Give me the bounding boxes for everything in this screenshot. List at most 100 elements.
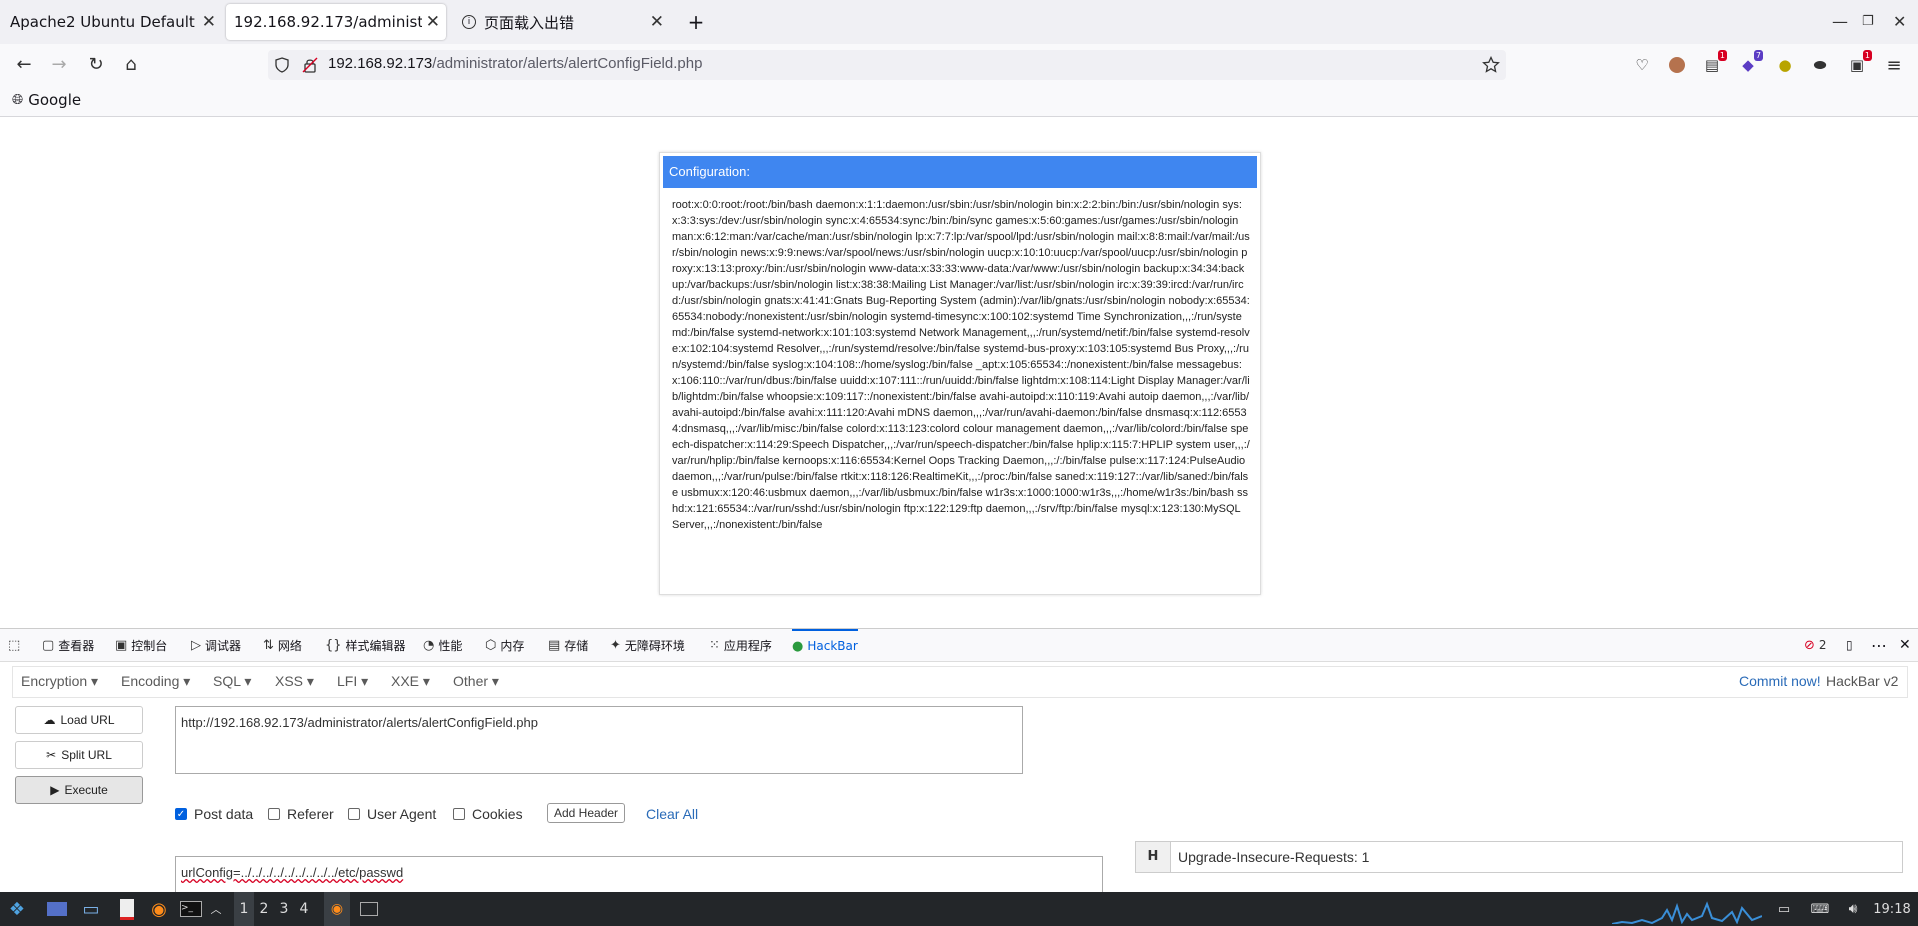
error-count[interactable]: ⊘ 2 <box>1804 629 1827 661</box>
avatar[interactable] <box>1666 54 1688 76</box>
performance-icon: ◔ <box>423 637 435 653</box>
extension-4-icon[interactable]: ⬬ <box>1809 54 1831 76</box>
screen-icon[interactable]: ▭ <box>1774 892 1794 926</box>
cookies-checkbox[interactable]: Cookies <box>453 806 523 822</box>
element-picker-icon[interactable]: ⬚ <box>8 629 24 661</box>
url-host: 192.168.92.173 <box>328 55 433 72</box>
menu-other[interactable]: Other ▾ <box>453 673 499 690</box>
file-manager-icon[interactable]: ▭ <box>78 892 104 926</box>
execute-button[interactable]: ▶ Execute <box>15 776 143 804</box>
tab-application[interactable]: ⁙ 应用程序 <box>709 629 772 661</box>
configuration-panel: Configuration: root:x:0:0:root:/root:/bi… <box>659 152 1261 595</box>
menu-lfi[interactable]: LFI ▾ <box>337 673 368 690</box>
extension-3-icon[interactable]: ● <box>1774 54 1796 76</box>
info-icon: i <box>462 15 476 29</box>
close-icon[interactable]: ✕ <box>650 12 664 32</box>
pocket-icon[interactable]: ♡ <box>1631 54 1653 76</box>
close-window-icon[interactable]: ✕ <box>1893 12 1906 31</box>
volume-icon[interactable]: 🔊︎ <box>1842 892 1864 926</box>
bookmarks-bar: 🌐︎ Google <box>0 84 1918 117</box>
desktop-icon[interactable] <box>44 892 70 926</box>
extension-1-icon[interactable]: ▤ 1 <box>1701 50 1727 76</box>
checkbox[interactable] <box>453 808 465 820</box>
restore-icon[interactable]: ❐ <box>1862 14 1874 29</box>
app-menu-icon[interactable]: ❖ <box>2 892 32 926</box>
firefox-icon[interactable]: ◉ <box>146 892 172 926</box>
tab-accessibility[interactable]: ✦ 无障碍环境 <box>610 629 685 661</box>
insecure-lock-icon[interactable] <box>302 57 318 73</box>
workspace-1[interactable]: 1 <box>234 892 254 926</box>
menu-label: Other <box>453 673 489 689</box>
bookmark-star-icon[interactable] <box>1482 56 1500 74</box>
commit-now-link[interactable]: Commit now! <box>1739 673 1821 689</box>
menu-encoding[interactable]: Encoding ▾ <box>121 673 190 690</box>
checkbox[interactable] <box>268 808 280 820</box>
new-tab-button[interactable]: + <box>684 0 708 44</box>
workspace-2[interactable]: 2 <box>254 892 274 926</box>
tab-console[interactable]: ▣ 控制台 <box>115 629 167 661</box>
shield-icon[interactable] <box>274 57 290 73</box>
menu-encryption[interactable]: Encryption ▾ <box>21 673 98 690</box>
menu-sql[interactable]: SQL ▾ <box>213 673 251 690</box>
firefox-window-icon[interactable]: ◉ <box>324 892 350 926</box>
user-agent-checkbox[interactable]: User Agent <box>348 806 436 822</box>
tab-style-editor[interactable]: {} 样式编辑器 <box>325 629 406 661</box>
style-editor-icon: {} <box>325 637 342 653</box>
terminal-window-icon[interactable] <box>356 892 382 926</box>
extension-5-icon[interactable]: ▣ 1 <box>1846 50 1872 76</box>
tab-title: 192.168.92.173/administrator/alerts/aler… <box>234 13 422 31</box>
minimize-icon[interactable]: — <box>1832 12 1848 31</box>
tab-network[interactable]: ⇅ 网络 <box>263 629 302 661</box>
badge: 1 <box>1862 50 1872 61</box>
reload-icon[interactable]: ↻ <box>84 52 108 76</box>
keyboard-icon[interactable]: ⌨ <box>1808 892 1832 926</box>
more-options-icon[interactable]: ⋯ <box>1871 629 1887 661</box>
url-textarea[interactable]: http://192.168.92.173/administrator/aler… <box>175 706 1023 774</box>
workspace-3[interactable]: 3 <box>274 892 294 926</box>
text-editor-icon[interactable] <box>114 892 140 926</box>
tab-label: 无障碍环境 <box>624 638 685 653</box>
post-data-checkbox[interactable]: ✓ Post data <box>175 806 253 822</box>
button-label: Load URL <box>60 713 115 727</box>
load-url-button[interactable]: ☁ Load URL <box>15 706 143 734</box>
terminal-icon[interactable]: >_ <box>178 892 204 926</box>
tab-hackbar[interactable]: ● HackBar <box>792 629 858 661</box>
back-icon[interactable]: ← <box>12 52 36 76</box>
menu-xss[interactable]: XSS ▾ <box>275 673 314 690</box>
close-icon[interactable]: ✕ <box>426 12 440 32</box>
tab-label: 内存 <box>500 638 525 653</box>
close-icon[interactable]: ✕ <box>202 12 216 32</box>
post-data-textarea[interactable]: urlConfig=../../../../../../../../../etc… <box>175 856 1103 892</box>
menu-xxe[interactable]: XXE ▾ <box>391 673 430 690</box>
tab-label: 网络 <box>277 638 302 653</box>
error-count-label: 2 <box>1818 638 1827 652</box>
tab-performance[interactable]: ◔ 性能 <box>423 629 462 661</box>
tab-memory[interactable]: ⬡ 内存 <box>485 629 524 661</box>
tab-load-error[interactable]: i 页面载入出错 ✕ <box>450 0 670 44</box>
home-icon[interactable]: ⌂ <box>119 52 143 76</box>
tab-storage[interactable]: ▤ 存储 <box>548 629 588 661</box>
referer-checkbox[interactable]: Referer <box>268 806 334 822</box>
tab-inspector[interactable]: ▢ 查看器 <box>42 629 94 661</box>
extension-2-icon[interactable]: ◆ 7 <box>1737 50 1763 76</box>
checkbox-checked[interactable]: ✓ <box>175 808 187 820</box>
menu-icon[interactable]: ≡ <box>1883 54 1905 76</box>
close-devtools-icon[interactable]: ✕ <box>1899 629 1911 661</box>
tab-apache[interactable]: Apache2 Ubuntu Default Page: It works ✕ <box>0 0 222 44</box>
url-text[interactable]: 192.168.92.173/administrator/alerts/aler… <box>328 55 702 72</box>
split-url-button[interactable]: ✂ Split URL <box>15 741 143 769</box>
dock-icon[interactable]: ▯ <box>1846 629 1853 661</box>
header-value-input[interactable]: Upgrade-Insecure-Requests: 1 <box>1178 849 1369 865</box>
bookmark-google[interactable]: 🌐︎ Google <box>12 91 81 109</box>
clear-all-link[interactable]: Clear All <box>646 806 698 822</box>
menu-label: SQL <box>213 673 241 689</box>
tab-debugger[interactable]: ▷ 调试器 <box>191 629 241 661</box>
tab-label: 样式编辑器 <box>345 638 406 653</box>
chevron-up-icon[interactable]: ︿ <box>208 892 224 926</box>
accessibility-icon: ✦ <box>610 637 621 653</box>
tab-alertconfig[interactable]: 192.168.92.173/administrator/alerts/aler… <box>226 4 446 40</box>
workspace-4[interactable]: 4 <box>294 892 314 926</box>
forward-icon[interactable]: → <box>47 52 71 76</box>
add-header-button[interactable]: Add Header <box>547 803 626 823</box>
checkbox[interactable] <box>348 808 360 820</box>
